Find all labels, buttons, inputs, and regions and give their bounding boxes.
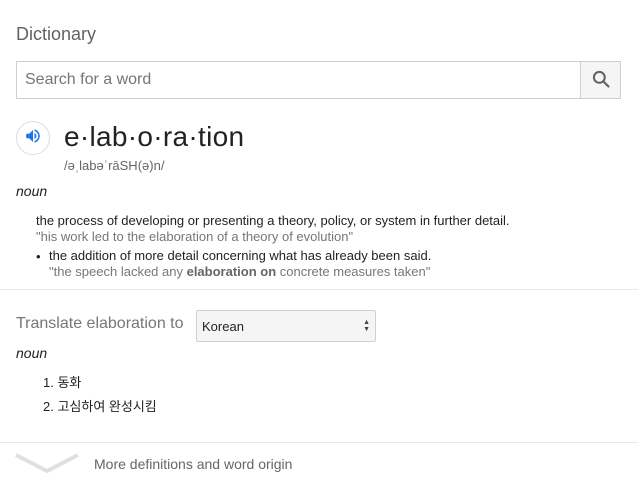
card-title: Dictionary xyxy=(16,24,97,44)
search-box xyxy=(16,61,621,99)
more-definitions-toggle[interactable]: More definitions and word origin xyxy=(0,443,638,483)
translation-part-of-speech: noun xyxy=(16,345,48,361)
language-select-value: Korean xyxy=(202,318,244,334)
phonetic-spelling: /əˌlabəˈrāSH(ə)n/ xyxy=(64,158,165,173)
definition: the process of developing or presenting … xyxy=(36,213,510,228)
chevron-down-icon xyxy=(14,451,80,480)
search-button[interactable] xyxy=(580,62,620,98)
sub-definition: the addition of more detail concerning w… xyxy=(49,248,432,263)
sub-example-text: "the speech lacked any xyxy=(49,264,187,279)
pronunciation-audio-button[interactable] xyxy=(16,121,50,155)
select-arrows-icon: ▲ ▼ xyxy=(363,319,370,333)
translation-item: 1. 동화 xyxy=(43,375,82,390)
speaker-icon xyxy=(24,127,42,150)
section-divider xyxy=(0,289,638,290)
search-icon xyxy=(591,69,611,92)
search-input[interactable] xyxy=(17,62,580,98)
sub-example-highlight: elaboration on xyxy=(186,264,277,279)
translation-item: 2. 고심하여 완성시킴 xyxy=(43,399,157,414)
sub-definition-bullet: • xyxy=(36,249,41,264)
more-definitions-label: More definitions and word origin xyxy=(94,456,293,472)
language-select[interactable]: Korean ▲ ▼ xyxy=(196,310,376,342)
dictionary-card: Dictionary e·lab·o·ra·tion /əˌlabəˈrāSH(… xyxy=(0,0,638,483)
translate-label: Translate elaboration to xyxy=(16,315,184,332)
part-of-speech: noun xyxy=(16,183,48,199)
definition-example: "his work led to the elaboration of a th… xyxy=(36,229,354,244)
sub-example-text-end: concrete measures taken" xyxy=(276,264,431,279)
sub-definition-example: "the speech lacked any elaboration on co… xyxy=(49,264,430,279)
headword: e·lab·o·ra·tion xyxy=(64,121,245,152)
